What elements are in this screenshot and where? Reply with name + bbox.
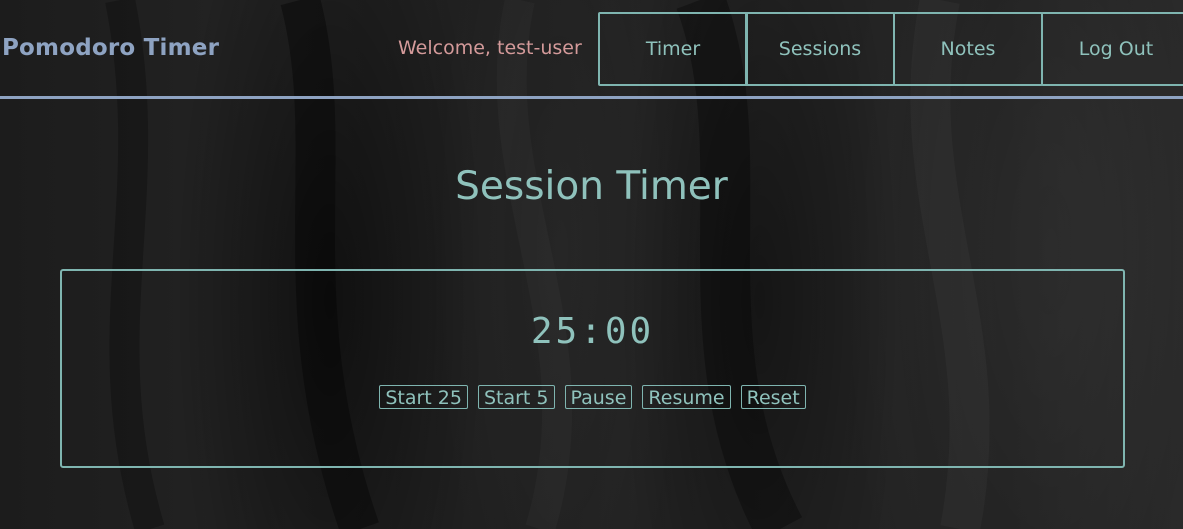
nav-notes-button[interactable]: Notes xyxy=(893,12,1043,86)
start-25-button[interactable]: Start 25 xyxy=(379,385,468,409)
start-5-button[interactable]: Start 5 xyxy=(477,385,555,409)
timer-display: 25:00 xyxy=(530,311,655,352)
resume-button[interactable]: Resume xyxy=(642,385,731,409)
welcome-message: Welcome, test-user xyxy=(398,37,582,59)
reset-button[interactable]: Reset xyxy=(740,385,806,409)
timer-panel: 25:00 Start 25 Start 5 Pause Resume Rese… xyxy=(60,269,1125,468)
logout-button[interactable]: Log Out xyxy=(1041,12,1183,86)
page-title: Session Timer xyxy=(455,164,728,209)
nav-sessions-button[interactable]: Sessions xyxy=(745,12,895,86)
timer-controls: Start 25 Start 5 Pause Resume Reset xyxy=(62,385,1123,409)
pause-button[interactable]: Pause xyxy=(564,385,633,409)
nav-timer-button[interactable]: Timer xyxy=(598,12,748,86)
app-title[interactable]: Pomodoro Timer xyxy=(2,35,219,61)
top-navbar: Pomodoro Timer Welcome, test-user Timer … xyxy=(0,0,1183,99)
